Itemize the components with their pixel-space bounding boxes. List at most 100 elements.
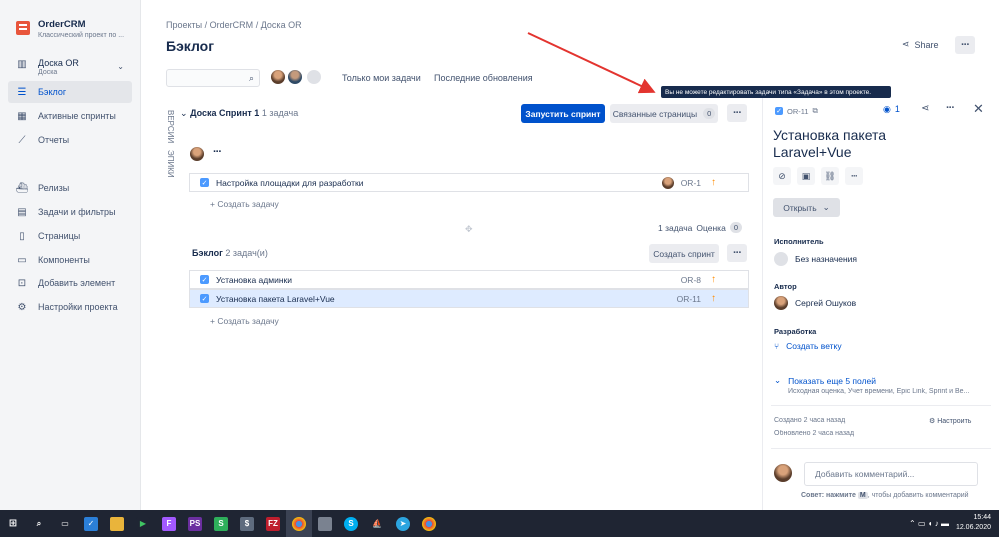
telegram-icon[interactable]: ➤: [390, 510, 416, 537]
windows-start-icon[interactable]: ⊞: [0, 510, 26, 537]
table-row[interactable]: ✓ Установка пакета Laravel+Vue OR-11 ↑: [189, 289, 749, 308]
create-sprint-button[interactable]: Создать спринт: [649, 244, 719, 263]
chrome-icon[interactable]: [416, 510, 442, 537]
drag-handle-icon[interactable]: ✥: [465, 224, 473, 235]
avatar[interactable]: [306, 69, 322, 85]
more-fields-summary: Исходная оценка, Учет времени, Epic Link…: [788, 388, 970, 395]
search-icon[interactable]: ⌕: [26, 510, 52, 537]
sidebar-item-components[interactable]: ▭ Компоненты: [0, 249, 141, 271]
task-checkbox-icon: ✓: [200, 275, 209, 284]
sprint-header[interactable]: ⌄ Доска Спринт 1 1 задача: [180, 108, 298, 119]
status-dropdown[interactable]: Открыть ⌄: [773, 198, 840, 217]
attach-icon[interactable]: ⊘: [773, 167, 791, 185]
more-icon[interactable]: ···: [845, 167, 863, 185]
folder-icon[interactable]: [104, 510, 130, 537]
share-icon: ⋖: [902, 39, 910, 49]
start-sprint-button[interactable]: Запустить спринт: [521, 104, 605, 123]
gear-icon: ⚙: [17, 301, 27, 313]
chrome-icon[interactable]: [286, 510, 312, 537]
linked-pages-button[interactable]: Связанные страницы 0: [610, 104, 718, 123]
app-icon[interactable]: ▶: [130, 510, 156, 537]
ship-icon: ⛴: [15, 182, 29, 194]
assignee-field[interactable]: Без назначения: [774, 252, 857, 266]
breadcrumb-project[interactable]: OrderCRM: [210, 20, 254, 30]
avatar[interactable]: [270, 69, 286, 85]
sidebar-item-backlog[interactable]: ☰ Бэклог: [8, 81, 132, 103]
create-issue-link[interactable]: + Создать задачу: [210, 199, 279, 209]
tooltip: Вы не можете редактировать задачи типа «…: [661, 86, 891, 98]
sidebar-item-label: Задачи и фильтры: [38, 207, 116, 217]
copy-icon[interactable]: ⧉: [813, 106, 818, 116]
divider: [771, 448, 991, 449]
issue-key: OR-11: [676, 293, 701, 304]
estimate-value: 0: [729, 222, 742, 233]
system-tray[interactable]: ⌃ ▭ ◖ ♪ ▬: [909, 519, 949, 528]
sidebar-item-issues[interactable]: ▤ Задачи и фильтры: [0, 201, 141, 223]
sprint-more-button[interactable]: ···: [727, 104, 747, 122]
board-name: Доска OR: [38, 58, 79, 68]
link-icon[interactable]: ⛓: [821, 167, 839, 185]
task-view-icon[interactable]: ▭: [52, 510, 78, 537]
figma-icon[interactable]: F: [156, 510, 182, 537]
filter-icon: ▤: [17, 206, 27, 218]
app-icon[interactable]: S: [208, 510, 234, 537]
project-header[interactable]: OrderCRM Классический проект по ...: [16, 19, 124, 39]
sidebar-item-pages[interactable]: ▯ Страницы: [0, 225, 141, 247]
table-row[interactable]: ✓ Настройка площадки для разработки OR-1…: [189, 173, 749, 192]
issue-key-header[interactable]: ✓ OR-11 ⧉: [775, 106, 818, 116]
search-input[interactable]: ⌕: [166, 69, 260, 87]
sidebar-item-reports[interactable]: ⟋ Отчеты: [0, 129, 141, 151]
share-icon[interactable]: ⋖: [921, 103, 929, 114]
board-switcher[interactable]: ▥ Доска OR Доска ⌄: [16, 58, 132, 76]
backlog-more-button[interactable]: ···: [727, 244, 747, 262]
avatar: [660, 175, 675, 190]
system-clock[interactable]: 15:44 12.06.2020: [956, 513, 991, 533]
tab-epics[interactable]: ЭПИКИ: [166, 150, 175, 178]
table-row[interactable]: ✓ Установка админки OR-8 ↑: [189, 270, 749, 289]
breadcrumb-separator: /: [204, 20, 208, 30]
gear-icon: ⚙: [929, 418, 936, 425]
show-more-fields[interactable]: ⌄ Показать еще 5 полей: [774, 375, 876, 386]
backlog-count: 2 задач(и): [225, 248, 268, 258]
app-icon[interactable]: $: [234, 510, 260, 537]
avatar: [774, 296, 788, 310]
sidebar-item-active-sprints[interactable]: ▦ Активные спринты: [0, 105, 141, 127]
configure-button[interactable]: ⚙ Настроить: [929, 417, 971, 425]
status-label: Открыть: [783, 202, 817, 213]
add-item-icon: ⊡: [17, 277, 27, 289]
sidebar-item-add-item[interactable]: ⊡ Добавить элемент: [0, 272, 141, 294]
subtask-icon[interactable]: ▣: [797, 167, 815, 185]
avatar[interactable]: [287, 69, 303, 85]
skype-icon[interactable]: S: [338, 510, 364, 537]
author-field[interactable]: Сергей Ошуков: [774, 296, 856, 310]
sidebar-item-releases[interactable]: ⛴ Релизы: [0, 177, 141, 199]
backlog-icon: ☰: [17, 86, 27, 98]
more-icon[interactable]: ···: [213, 146, 222, 158]
issue-title[interactable]: Установка пакета Laravel+Vue: [773, 127, 923, 161]
comment-input[interactable]: Добавить комментарий...: [804, 462, 978, 486]
more-icon[interactable]: ···: [946, 102, 955, 114]
filter-recent[interactable]: Последние обновления: [434, 73, 533, 83]
create-issue-link[interactable]: + Создать задачу: [210, 316, 279, 326]
author-label: Автор: [774, 282, 797, 291]
filezilla-icon[interactable]: FZ: [260, 510, 286, 537]
create-branch-link[interactable]: ⑂ Создать ветку: [774, 341, 842, 351]
sprint-summary-count: 1 задача: [658, 222, 693, 233]
phpstorm-icon[interactable]: PS: [182, 510, 208, 537]
close-icon[interactable]: ✕: [973, 101, 984, 117]
share-button[interactable]: ⋖ Share: [902, 39, 939, 50]
show-more-label: Показать еще 5 полей: [788, 375, 877, 386]
watch-button[interactable]: ◉ 1: [883, 104, 900, 115]
issue-key: OR-11: [787, 106, 809, 116]
breadcrumb: Проекты / OrderCRM / Доска OR: [166, 20, 302, 30]
sidebar-item-label: Страницы: [38, 231, 81, 241]
breadcrumb-projects[interactable]: Проекты: [166, 20, 202, 30]
filter-only-mine[interactable]: Только мои задачи: [342, 73, 421, 83]
breadcrumb-board[interactable]: Доска OR: [261, 20, 302, 30]
app-icon[interactable]: ✓: [78, 510, 104, 537]
sidebar-item-settings[interactable]: ⚙ Настройки проекта: [0, 296, 141, 318]
page-more-button[interactable]: ···: [955, 36, 975, 54]
app-icon[interactable]: [312, 510, 338, 537]
tab-versions[interactable]: ВЕРСИИ: [166, 110, 175, 143]
app-icon[interactable]: ⛵: [364, 510, 390, 537]
